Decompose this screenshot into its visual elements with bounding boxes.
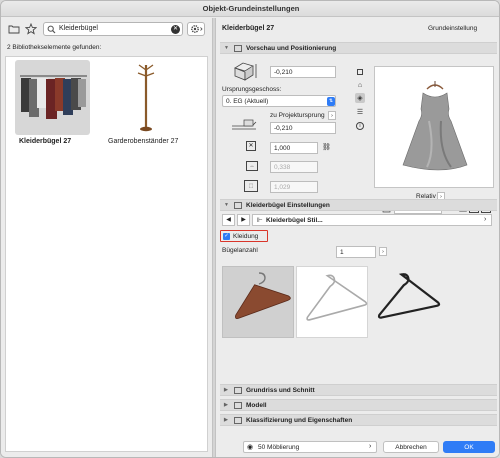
story-label: Ursprungsgeschoss:: [222, 86, 282, 93]
hanger-style-wire[interactable]: [296, 266, 368, 338]
layer-select[interactable]: ◉ 50 Möblierung ›: [243, 441, 377, 453]
origin-menu-button[interactable]: ›: [328, 111, 336, 120]
classification-section-header[interactable]: ▶ Klassifizierung und Eigenschaften: [220, 414, 497, 426]
collapse-triangle-icon: ▶: [224, 417, 228, 423]
count-label: Bügelanzahl: [222, 247, 258, 254]
search-field[interactable]: Kleiderbügel ✕: [43, 22, 183, 36]
folder-icon[interactable]: [8, 24, 20, 34]
height-field[interactable]: -0,210: [270, 66, 336, 78]
settings-icon: [234, 202, 242, 209]
coat-stand-thumbnail: [121, 60, 171, 135]
expand-triangle-icon: ▼: [224, 202, 229, 208]
results-list: Kleiderbügel 27 Garderobenständer 27: [5, 56, 208, 452]
floorplan-icon: [234, 387, 242, 394]
chevron-right-icon: ›: [484, 216, 487, 223]
view-list-icon[interactable]: ☰: [355, 107, 365, 117]
story-select[interactable]: 0. EG (Aktuell) ⇅: [222, 95, 336, 107]
collapse-triangle-icon: ▶: [224, 387, 228, 393]
dropdown-arrow-icon: ⇅: [327, 97, 335, 106]
width-field[interactable]: 0,338: [270, 161, 318, 173]
clear-search-icon[interactable]: ✕: [171, 25, 180, 34]
floorplan-section-header[interactable]: ▶ Grundriss und Schnitt: [220, 384, 497, 396]
settings-panel: Kleiderbügel 27 Grundeinstellung ▼ Vorsc…: [216, 18, 499, 457]
eye-icon: ◉: [247, 444, 254, 451]
info-icon[interactable]: i: [355, 121, 365, 131]
scale-icon: ✕: [246, 141, 256, 151]
chevron-right-icon: ›: [369, 443, 372, 450]
depth-field[interactable]: 1,029: [270, 181, 318, 193]
view-3d-icon[interactable]: ◈: [355, 93, 365, 103]
preview-icon: [234, 45, 242, 52]
results-count: 2 Bibliothekselemente gefunden:: [7, 44, 102, 51]
dialog-window: Objekt-Grundeinstellungen Kleiderbügel ✕…: [0, 0, 500, 458]
model-section-header[interactable]: ▶ Modell: [220, 399, 497, 411]
style-selector[interactable]: ⊩ Kleiderbügel Stil... ›: [252, 214, 492, 226]
prev-page-button[interactable]: ◀: [222, 214, 235, 226]
ok-button[interactable]: OK: [443, 441, 495, 453]
preview-section-header[interactable]: ▼ Vorschau und Positionierung: [220, 42, 497, 54]
star-icon[interactable]: [24, 22, 38, 35]
window-title: Objekt-Grundeinstellungen: [1, 1, 499, 17]
clothing-checkbox[interactable]: ✓: [223, 233, 230, 240]
clothing-label: Kleidung: [233, 232, 259, 240]
view-side-icon[interactable]: ⌂: [355, 80, 365, 90]
view-2d-icon[interactable]: [355, 67, 365, 77]
lock-icon[interactable]: ⛓: [322, 143, 331, 152]
box-height-icon: [232, 60, 258, 82]
origin-height-field[interactable]: -0,210: [270, 122, 336, 134]
scale-field[interactable]: 1,000: [270, 142, 318, 154]
clothing-checkbox-wrap[interactable]: ✓ Kleidung: [220, 230, 268, 242]
preview-image: [374, 66, 494, 188]
mode-label: Grundeinstellung: [428, 25, 478, 32]
hanger-style-wood[interactable]: [222, 266, 294, 338]
count-field[interactable]: 1: [336, 246, 376, 258]
clothes-rack-thumbnail: [15, 60, 90, 135]
tree-icon: ⊩: [257, 217, 263, 224]
project-origin-icon: [230, 116, 258, 132]
depth-icon: ⬚: [244, 180, 258, 192]
library-item-label: Garderobenständer 27: [108, 138, 179, 145]
library-item[interactable]: Garderobenständer 27: [106, 60, 186, 150]
classification-icon: [234, 417, 242, 424]
project-origin-label: zu Projektursprung: [270, 112, 325, 119]
library-item-label: Kleiderbügel 27: [19, 138, 72, 145]
expand-triangle-icon: ▼: [224, 45, 229, 51]
hanger-style-black[interactable]: [370, 266, 442, 338]
collapse-triangle-icon: ▶: [224, 402, 228, 408]
settings-gear-icon[interactable]: [187, 22, 205, 36]
object-name: Kleiderbügel 27: [222, 25, 275, 32]
count-menu-button[interactable]: ›: [379, 247, 387, 256]
cancel-button[interactable]: Abbrechen: [383, 441, 439, 453]
library-item[interactable]: Kleiderbügel 27: [12, 60, 92, 150]
width-icon: ↔: [246, 161, 258, 171]
library-panel: Kleiderbügel ✕ 2 Bibliothekselemente gef…: [1, 18, 212, 457]
search-icon: [47, 25, 56, 36]
model-icon: [234, 402, 242, 409]
hanger-settings-header[interactable]: ▼ Kleiderbügel Einstellungen: [220, 199, 497, 211]
search-input[interactable]: Kleiderbügel: [59, 25, 98, 32]
next-page-button[interactable]: ▶: [237, 214, 250, 226]
